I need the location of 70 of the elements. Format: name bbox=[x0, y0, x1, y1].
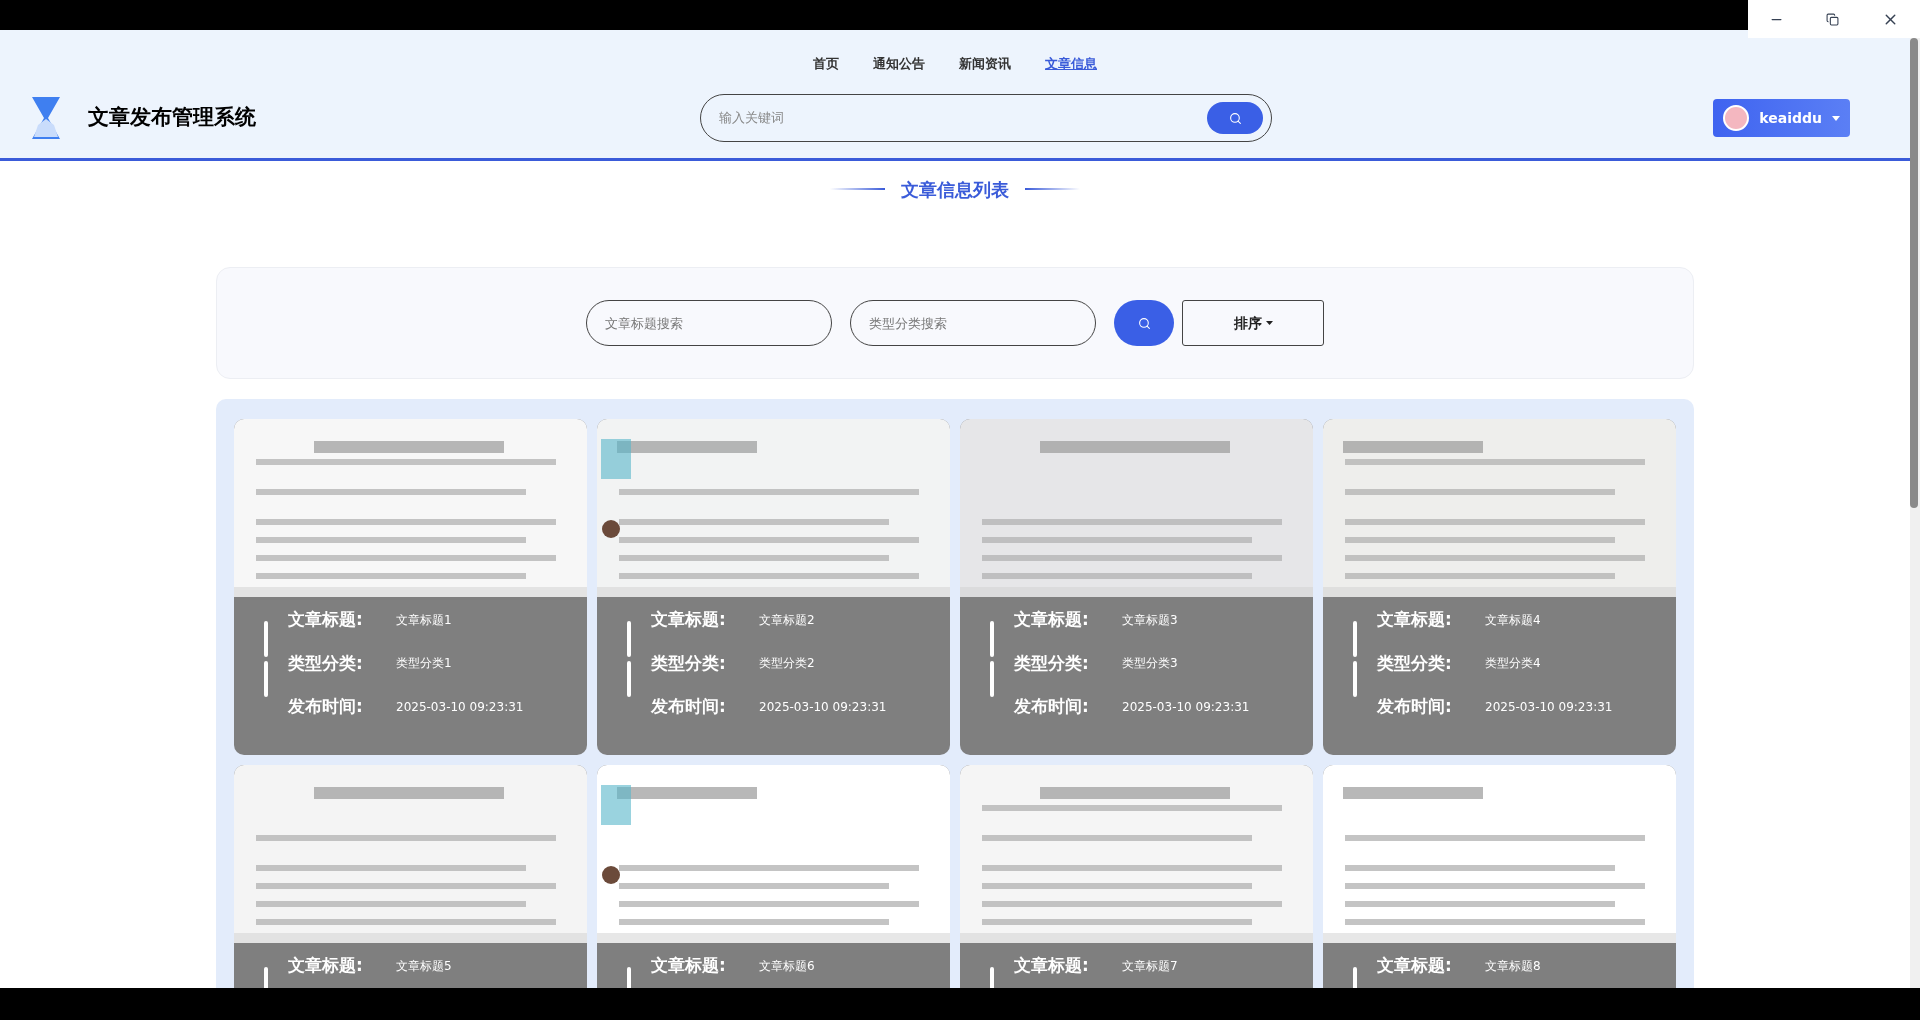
field-value: 文章标题4 bbox=[1485, 611, 1541, 629]
field-label: 发布时间: bbox=[1377, 695, 1453, 718]
accent-bar bbox=[990, 621, 994, 657]
keyword-search-field[interactable]: 输入关键词 bbox=[719, 108, 1207, 128]
field-value: 文章标题1 bbox=[396, 611, 452, 629]
field-label: 文章标题: bbox=[651, 608, 727, 631]
search-icon bbox=[1137, 316, 1151, 330]
field-label: 文章标题: bbox=[1377, 608, 1453, 631]
field-value: 文章标题6 bbox=[759, 957, 815, 975]
search-button[interactable] bbox=[1207, 102, 1263, 134]
field-label: 发布时间: bbox=[288, 695, 364, 718]
field-label: 发布时间: bbox=[651, 695, 727, 718]
field-value: 2025-03-10 09:23:31 bbox=[396, 698, 524, 716]
article-card[interactable]: 文章标题: 文章标题1 类型分类: 类型分类1 发布时间: 2025-03-10 09:23:31 bbox=[234, 419, 587, 755]
article-card[interactable]: 文章标题: 文章标题6 bbox=[597, 765, 950, 988]
accent-bar bbox=[1353, 621, 1357, 657]
field-label: 类型分类: bbox=[651, 651, 727, 675]
sort-button[interactable]: 排序 bbox=[1182, 300, 1324, 346]
field-value: 文章标题7 bbox=[1122, 957, 1178, 975]
restore-icon[interactable] bbox=[1826, 12, 1840, 26]
user-menu-button[interactable]: keaiddu bbox=[1713, 99, 1850, 137]
field-label: 文章标题: bbox=[651, 954, 727, 977]
field-label: 文章标题: bbox=[288, 608, 364, 631]
field-label: 文章标题: bbox=[288, 954, 364, 977]
field-value: 类型分类4 bbox=[1485, 655, 1541, 673]
article-card[interactable]: 文章标题: 文章标题8 bbox=[1323, 765, 1676, 988]
title-search-field[interactable]: 文章标题搜索 bbox=[586, 300, 832, 346]
search-bar[interactable]: 输入关键词 bbox=[700, 94, 1272, 142]
caret-icon bbox=[1832, 115, 1840, 121]
field-value: 文章标题2 bbox=[759, 611, 815, 629]
article-card[interactable]: 文章标题: 文章标题4 类型分类: 类型分类4 发布时间: 2025-03-10 09:23:31 bbox=[1323, 419, 1676, 755]
accent-bar bbox=[627, 621, 631, 657]
article-card[interactable]: 文章标题: 文章标题7 bbox=[960, 765, 1313, 988]
field-value: 2025-03-10 09:23:31 bbox=[1485, 698, 1613, 716]
field-label: 文章标题: bbox=[1377, 954, 1453, 977]
site-title: 文章发布管理系统 bbox=[88, 104, 256, 132]
hourglass-icon bbox=[30, 95, 62, 141]
field-value: 2025-03-10 09:23:31 bbox=[759, 698, 887, 716]
caret-icon bbox=[1265, 321, 1273, 325]
avatar-icon bbox=[1723, 105, 1750, 131]
field-label: 类型分类: bbox=[1014, 651, 1090, 675]
field-label: 类型分类: bbox=[1377, 651, 1453, 675]
accent-bar bbox=[264, 621, 268, 657]
field-value: 类型分类2 bbox=[759, 655, 815, 673]
field-value: 文章标题5 bbox=[396, 957, 452, 975]
field-value: 文章标题3 bbox=[1122, 611, 1178, 629]
field-label: 文章标题: bbox=[1014, 608, 1090, 631]
accent-bar bbox=[1353, 661, 1357, 697]
field-value: 类型分类1 bbox=[396, 655, 452, 673]
field-label: 文章标题: bbox=[1014, 954, 1090, 977]
article-card[interactable]: 文章标题: 文章标题2 类型分类: 类型分类2 发布时间: 2025-03-10 09:23:31 bbox=[597, 419, 950, 755]
field-value: 类型分类3 bbox=[1122, 655, 1178, 673]
field-label: 类型分类: bbox=[288, 651, 364, 675]
article-card[interactable]: 文章标题: 文章标题3 类型分类: 类型分类3 发布时间: 2025-03-10 09:23:31 bbox=[960, 419, 1313, 755]
article-card[interactable]: 文章标题: 文章标题5 bbox=[234, 765, 587, 988]
section-title: 文章信息列表 bbox=[901, 177, 1009, 202]
field-value: 2025-03-10 09:23:31 bbox=[1122, 698, 1250, 716]
field-value: 文章标题8 bbox=[1485, 957, 1541, 975]
search-icon bbox=[1228, 111, 1242, 125]
accent-bar bbox=[264, 661, 268, 697]
scrollbar-thumb[interactable] bbox=[1910, 38, 1918, 508]
category-search-field[interactable]: 类型分类搜索 bbox=[850, 300, 1096, 346]
search-button[interactable] bbox=[1114, 300, 1174, 346]
nav-link[interactable]: 文章信息 bbox=[1045, 54, 1097, 72]
nav-link[interactable]: 首页 bbox=[813, 54, 839, 72]
accent-bar bbox=[990, 661, 994, 697]
accent-bar bbox=[627, 661, 631, 697]
nav-link[interactable]: 通知公告 bbox=[873, 54, 925, 72]
nav-link[interactable]: 新闻资讯 bbox=[959, 54, 1011, 72]
field-label: 发布时间: bbox=[1014, 695, 1090, 718]
